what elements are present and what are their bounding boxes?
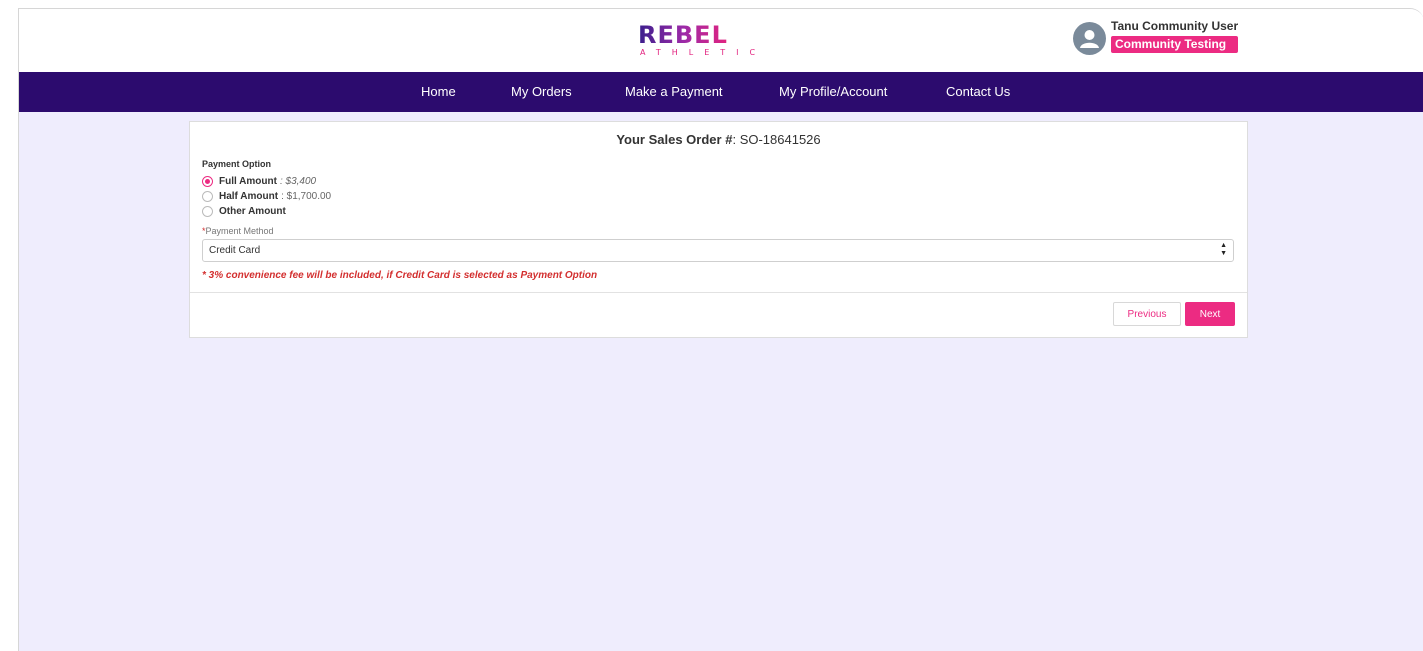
sales-order-label: Your Sales Order # (616, 132, 733, 147)
payment-option-half[interactable]: Half Amount : $1,700.00 (202, 189, 331, 203)
user-name: Tanu Community User (1111, 19, 1239, 33)
user-menu[interactable]: Tanu Community User Community Testing (1073, 19, 1239, 56)
payment-method-select[interactable]: Credit Card ▲ ▼ (202, 239, 1234, 262)
radio-value: : $1,700.00 (281, 190, 332, 202)
nav-my-profile-account[interactable]: My Profile/Account (779, 72, 887, 112)
nav-make-a-payment[interactable]: Make a Payment (625, 72, 723, 112)
radio-half-amount[interactable] (202, 190, 213, 202)
payment-option-label: Payment Option (202, 159, 272, 169)
radio-label: Full Amount (219, 175, 277, 187)
nav-home[interactable]: Home (421, 72, 456, 112)
payment-card: Your Sales Order #: SO-18641526 Payment … (189, 121, 1248, 338)
payment-option-other[interactable]: Other Amount (202, 204, 286, 218)
divider (190, 292, 1247, 293)
sales-order-separator: : (732, 132, 737, 147)
sales-order-number: SO-18641526 (739, 132, 821, 147)
select-arrows-icon: ▲ ▼ (1220, 242, 1227, 257)
svg-text:REBEL: REBEL (638, 23, 728, 49)
browser-frame: REBEL ATHLETIC Tanu Community User Commu… (18, 8, 1423, 651)
user-avatar-icon[interactable] (1073, 22, 1106, 55)
radio-other-amount[interactable] (202, 205, 213, 217)
nav-my-orders[interactable]: My Orders (511, 72, 572, 112)
convenience-fee-note: * 3% convenience fee will be included, i… (202, 270, 598, 281)
payment-method-label: *Payment Method (202, 226, 274, 236)
rebel-athletic-logo[interactable]: REBEL ATHLETIC (638, 21, 768, 57)
svg-text:ATHLETIC: ATHLETIC (640, 48, 766, 57)
nav-contact-us[interactable]: Contact Us (946, 72, 1010, 112)
previous-button[interactable]: Previous (1113, 302, 1181, 326)
sales-order-title: Your Sales Order #: SO-18641526 (190, 132, 1247, 147)
radio-label: Other Amount (219, 205, 286, 217)
main-nav: Home My Orders Make a Payment My Profile… (19, 72, 1423, 112)
radio-full-amount[interactable] (202, 175, 213, 187)
next-button[interactable]: Next (1185, 302, 1235, 326)
radio-value: : $3,400 (279, 175, 317, 187)
payment-method-value: Credit Card (209, 245, 261, 256)
user-role-badge: Community Testing (1111, 36, 1239, 53)
header-bar: REBEL ATHLETIC Tanu Community User Commu… (19, 9, 1423, 72)
radio-label: Half Amount (219, 190, 279, 202)
payment-option-full[interactable]: Full Amount : $3,400 (202, 174, 316, 188)
payment-method-label-text: Payment Method (205, 226, 274, 236)
